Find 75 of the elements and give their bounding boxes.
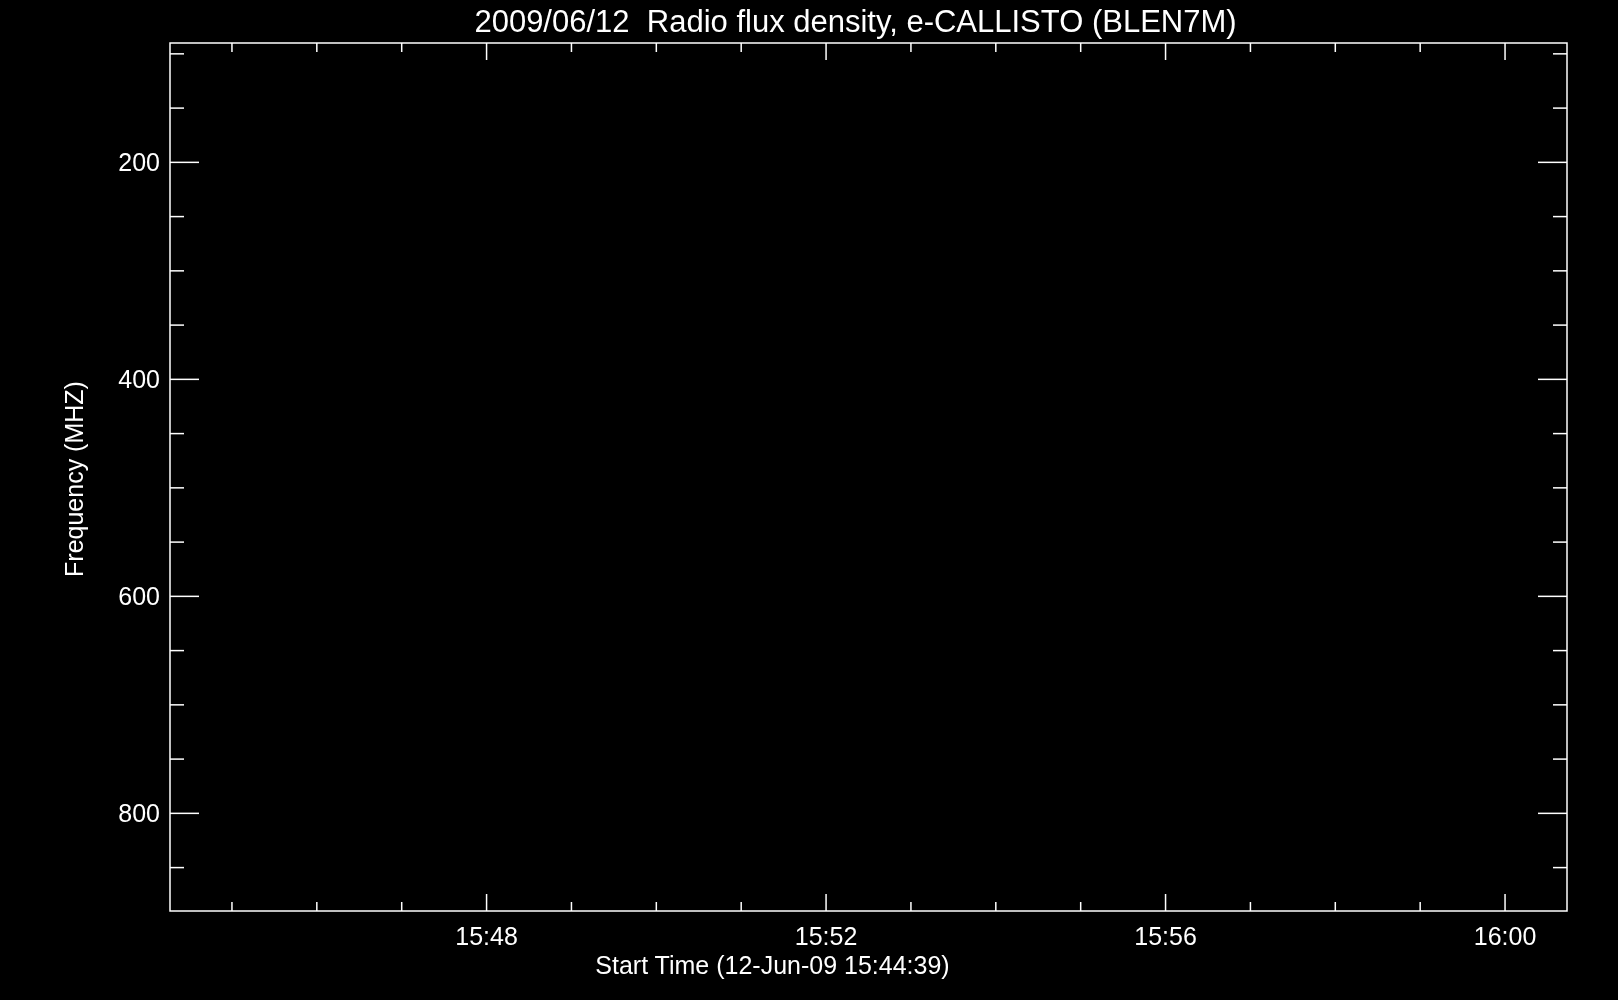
tick-mark [1537, 595, 1568, 598]
tick-mark [1537, 812, 1568, 815]
tick-mark [169, 378, 200, 381]
tick-mark [655, 901, 658, 912]
tick-mark [169, 107, 185, 109]
tick-mark [1504, 893, 1506, 912]
tick-mark [400, 901, 403, 912]
tick-mark [1334, 901, 1337, 912]
tick-mark [1552, 487, 1568, 489]
tick-mark [169, 866, 185, 869]
tick-mark [316, 42, 318, 53]
y-tick-label: 200 [118, 148, 160, 177]
tick-mark [1552, 53, 1568, 55]
tick-mark [316, 901, 318, 912]
tick-mark [1419, 42, 1421, 53]
tick-mark [1164, 42, 1167, 61]
tick-mark [1552, 866, 1568, 869]
tick-mark [231, 42, 233, 53]
tick-mark [825, 42, 827, 61]
tick-mark [169, 541, 185, 543]
tick-mark [1537, 161, 1568, 164]
tick-mark [1552, 215, 1568, 218]
tick-mark [485, 893, 488, 912]
tick-mark [1079, 42, 1082, 53]
tick-mark [169, 487, 185, 489]
tick-mark [231, 901, 233, 912]
y-tick-label: 800 [118, 799, 160, 828]
tick-mark [995, 901, 997, 912]
tick-mark [1552, 758, 1568, 760]
x-tick-label: 15:56 [1134, 922, 1197, 950]
tick-mark [570, 901, 573, 912]
tick-mark [1552, 541, 1568, 543]
tick-mark [169, 161, 200, 164]
tick-mark [485, 42, 488, 61]
tick-mark [1504, 42, 1506, 61]
tick-mark [1419, 901, 1421, 912]
y-tick-label: 400 [118, 365, 160, 394]
tick-mark [1552, 432, 1568, 435]
tick-mark [1079, 901, 1082, 912]
tick-mark [169, 432, 185, 435]
tick-mark [740, 901, 742, 912]
tick-mark [1249, 42, 1252, 53]
tick-mark [169, 649, 185, 652]
tick-mark [995, 42, 997, 53]
tick-mark [169, 53, 185, 55]
tick-mark [910, 42, 912, 53]
tick-mark [1334, 42, 1337, 53]
tick-mark [169, 324, 185, 326]
tick-mark [1552, 704, 1568, 706]
tick-mark [169, 215, 185, 218]
x-tick-label: 15:48 [455, 922, 518, 950]
tick-mark [169, 595, 200, 598]
tick-mark [740, 42, 742, 53]
tick-mark [1164, 893, 1167, 912]
tick-mark [910, 901, 912, 912]
x-axis-label: Start Time (12-Jun-09 15:44:39) [595, 951, 950, 979]
x-tick-label: 16:00 [1473, 922, 1537, 950]
tick-mark [169, 270, 185, 272]
tick-mark [1537, 378, 1568, 381]
tick-mark [169, 758, 185, 760]
tick-mark [169, 704, 185, 706]
tick-mark [1552, 649, 1568, 652]
y-axis-label: Frequency (MHZ) [60, 381, 88, 577]
y-tick-label: 600 [118, 582, 160, 611]
tick-mark [1552, 107, 1568, 109]
tick-mark [1552, 324, 1568, 326]
tick-mark [400, 42, 403, 53]
tick-mark [655, 42, 658, 53]
tick-mark [1552, 270, 1568, 272]
tick-mark [825, 893, 827, 912]
chart-title: 2009/06/12 Radio flux density, e-CALLISTO (BLEN7M) [474, 4, 1237, 39]
tick-mark [1249, 901, 1252, 912]
x-tick-label: 15:52 [794, 922, 858, 950]
tick-mark [570, 42, 573, 53]
tick-mark [169, 812, 200, 815]
